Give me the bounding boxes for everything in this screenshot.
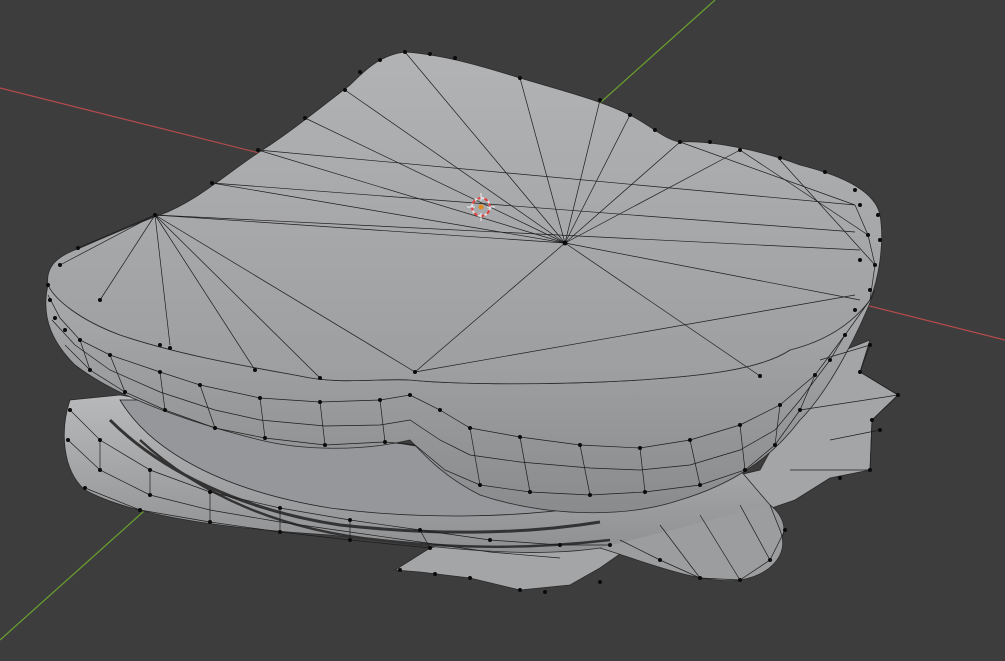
top-bread-face <box>47 51 883 385</box>
3d-viewport[interactable] <box>0 0 1005 661</box>
